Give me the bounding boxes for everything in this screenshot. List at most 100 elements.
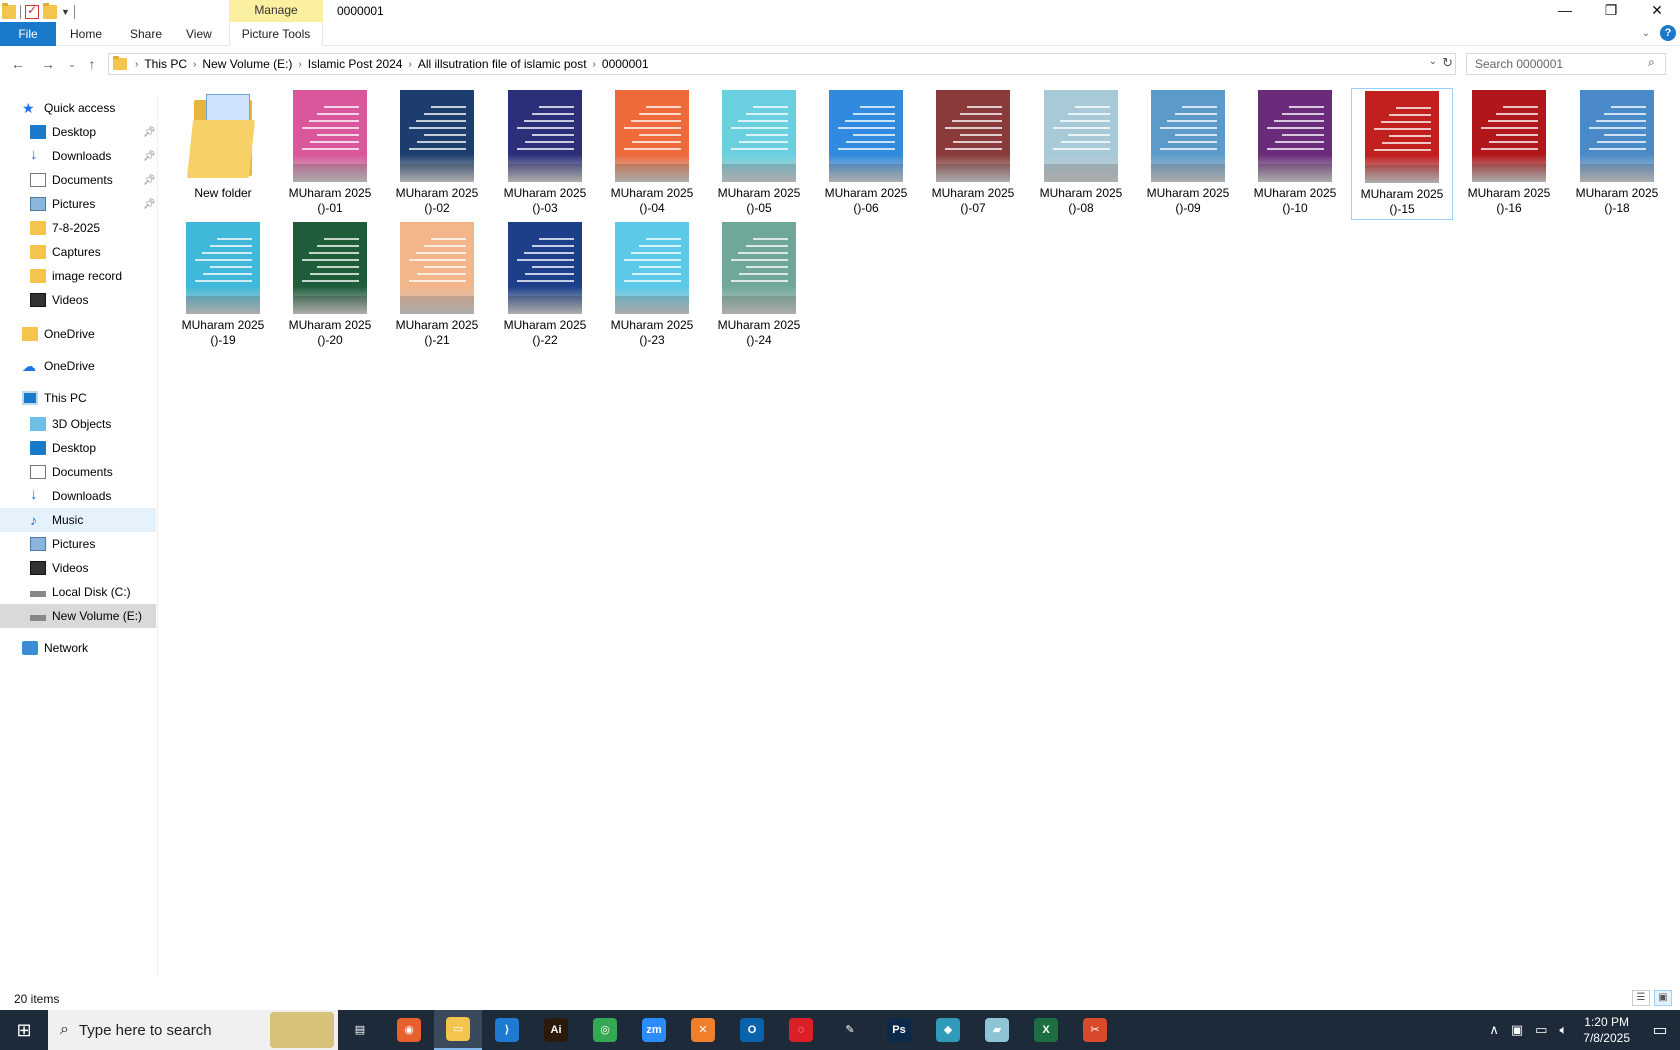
sidebar-item-desktop[interactable]: Desktop — [0, 436, 156, 460]
taskbar-creative-cloud-button[interactable]: ◌ — [777, 1010, 825, 1050]
taskbar-outlook-button[interactable]: O — [728, 1010, 776, 1050]
taskbar-zoom-button[interactable]: zm — [630, 1010, 678, 1050]
help-icon[interactable]: ? — [1660, 25, 1676, 41]
restore-button[interactable]: ❐ — [1588, 0, 1634, 22]
taskbar-snip-tool-button[interactable]: ✂ — [1071, 1010, 1119, 1050]
sidebar-item-documents[interactable]: Documents 📌︎ — [0, 168, 156, 192]
taskbar-illustrator-button[interactable]: Ai — [532, 1010, 580, 1050]
taskbar-search[interactable]: ⌕ Type here to search — [48, 1010, 338, 1050]
sidebar-item-image-record[interactable]: image record — [0, 264, 156, 288]
sidebar-item-desktop[interactable]: Desktop 📌︎ — [0, 120, 156, 144]
file-item[interactable]: MUharam 2025 ()-06 — [815, 88, 917, 220]
file-item[interactable]: MUharam 2025 ()-19 — [172, 220, 274, 352]
clock[interactable]: 1:20 PM 7/8/2025 — [1583, 1014, 1630, 1046]
sidebar-item-quick-access[interactable]: ★ Quick access — [0, 96, 156, 120]
file-item[interactable]: MUharam 2025 ()-02 — [386, 88, 488, 220]
chevron-right-icon[interactable]: › — [135, 59, 138, 70]
folder-item[interactable]: New folder — [172, 88, 274, 220]
manage-contextual-tab[interactable]: Manage — [229, 0, 323, 22]
taskbar-firefox-button[interactable]: ◉ — [385, 1010, 433, 1050]
breadcrumb-current-folder[interactable]: 0000001 — [602, 57, 649, 71]
chevron-right-icon[interactable]: › — [408, 59, 411, 70]
up-arrow-icon[interactable]: ↑ — [82, 54, 102, 74]
network-icon[interactable]: ▭ — [1535, 1022, 1547, 1038]
sidebar-item-pictures[interactable]: Pictures 📌︎ — [0, 192, 156, 216]
taskbar-chrome-button[interactable]: ◎ — [581, 1010, 629, 1050]
sidebar-item-videos[interactable]: Videos — [0, 556, 156, 580]
properties-icon[interactable] — [25, 3, 39, 19]
notification-icon[interactable]: ▭ — [1640, 1020, 1680, 1040]
close-button[interactable]: ✕ — [1634, 0, 1680, 22]
file-item[interactable]: MUharam 2025 ()-15 — [1351, 88, 1453, 220]
windows-start-icon[interactable]: ⊞ — [0, 1010, 48, 1050]
search-input[interactable]: Search 0000001 — [1466, 53, 1666, 75]
sidebar-item-downloads[interactable]: ↓ Downloads — [0, 484, 156, 508]
file-item[interactable]: MUharam 2025 ()-05 — [708, 88, 810, 220]
taskbar-photoshop-button[interactable]: Ps — [875, 1010, 923, 1050]
taskbar-app-diamond-button[interactable]: ◆ — [924, 1010, 972, 1050]
minimize-button[interactable]: — — [1542, 0, 1588, 22]
chevron-right-icon[interactable]: › — [593, 59, 596, 70]
expand-ribbon-icon[interactable]: ⌄ — [1642, 28, 1650, 39]
taskbar-task-view-button[interactable]: ▤ — [336, 1010, 384, 1050]
sidebar-item-onedrive[interactable]: ☁ OneDrive — [0, 354, 156, 378]
sidebar-item-new-volume-e[interactable]: New Volume (E:) — [0, 604, 156, 628]
file-item[interactable]: MUharam 2025 ()-09 — [1137, 88, 1239, 220]
tab-picture-tools[interactable]: Picture Tools — [229, 22, 323, 46]
breadcrumb-this-pc[interactable]: This PC — [144, 57, 187, 71]
tab-share[interactable]: Share — [116, 22, 176, 46]
taskbar-pen-tool-button[interactable]: ✎ — [826, 1010, 874, 1050]
sidebar-item-local-disk-c[interactable]: Local Disk (C:) — [0, 580, 156, 604]
file-item[interactable]: MUharam 2025 ()-01 — [279, 88, 381, 220]
chevron-right-icon[interactable]: › — [193, 59, 196, 70]
forward-arrow-icon[interactable]: → — [38, 54, 58, 74]
folder-icon[interactable] — [2, 3, 16, 19]
refresh-icon[interactable]: ↻ — [1442, 55, 1453, 71]
chevron-down-icon[interactable]: ⌄ — [1429, 56, 1437, 67]
sidebar-item-documents[interactable]: Documents — [0, 460, 156, 484]
taskbar-excel-button[interactable]: X — [1022, 1010, 1070, 1050]
file-item[interactable]: MUharam 2025 ()-03 — [494, 88, 596, 220]
taskbar-app-paper-button[interactable]: ▰ — [973, 1010, 1021, 1050]
tab-home[interactable]: Home — [56, 22, 116, 46]
volume-icon[interactable]: 🔈︎ — [1559, 1022, 1567, 1038]
file-item[interactable]: MUharam 2025 ()-08 — [1030, 88, 1132, 220]
breadcrumb-illustration-files[interactable]: All illsutration file of islamic post — [418, 57, 587, 71]
file-item[interactable]: MUharam 2025 ()-10 — [1244, 88, 1346, 220]
address-bar[interactable]: › This PC › New Volume (E:) › Islamic Po… — [108, 53, 1456, 75]
breadcrumb-new-volume[interactable]: New Volume (E:) — [202, 57, 292, 71]
chevron-right-icon[interactable]: › — [298, 59, 301, 70]
large-icons-view-icon[interactable]: ▣ — [1654, 990, 1672, 1006]
file-item[interactable]: MUharam 2025 ()-20 — [279, 220, 381, 352]
sidebar-item-downloads[interactable]: ↓ Downloads 📌︎ — [0, 144, 156, 168]
sidebar-item-7-8-2025[interactable]: 7-8-2025 — [0, 216, 156, 240]
chevron-up-icon[interactable]: ∧ — [1489, 1022, 1499, 1038]
sidebar-item-onedrive[interactable]: OneDrive — [0, 322, 156, 346]
customize-qat-icon[interactable]: ▼ — [61, 7, 70, 17]
sidebar-item-3d-objects[interactable]: 3D Objects — [0, 412, 156, 436]
file-item[interactable]: MUharam 2025 ()-18 — [1566, 88, 1668, 220]
file-item[interactable]: MUharam 2025 ()-22 — [494, 220, 596, 352]
recent-locations-icon[interactable]: ⌄ — [62, 54, 82, 74]
file-item[interactable]: MUharam 2025 ()-24 — [708, 220, 810, 352]
sidebar-item-videos[interactable]: Videos — [0, 288, 156, 312]
taskbar-xampp-button[interactable]: ✕ — [679, 1010, 727, 1050]
back-arrow-icon[interactable]: ← — [8, 54, 28, 74]
file-item[interactable]: MUharam 2025 ()-07 — [922, 88, 1024, 220]
security-icon[interactable]: ▣ — [1511, 1022, 1523, 1038]
sidebar-item-pictures[interactable]: Pictures — [0, 532, 156, 556]
details-view-icon[interactable]: ☰ — [1632, 990, 1650, 1006]
tab-view[interactable]: View — [172, 22, 226, 46]
taskbar-file-explorer-button[interactable]: ▭ — [434, 1010, 482, 1050]
sidebar-item-music[interactable]: ♪ Music — [0, 508, 156, 532]
breadcrumb-islamic-post[interactable]: Islamic Post 2024 — [308, 57, 403, 71]
file-item[interactable]: MUharam 2025 ()-21 — [386, 220, 488, 352]
file-item[interactable]: MUharam 2025 ()-04 — [601, 88, 703, 220]
new-folder-icon[interactable] — [43, 3, 57, 19]
tab-file[interactable]: File — [0, 22, 56, 46]
file-item[interactable]: MUharam 2025 ()-16 — [1458, 88, 1560, 220]
sidebar-item-captures[interactable]: Captures — [0, 240, 156, 264]
sidebar-item-network[interactable]: Network — [0, 636, 156, 660]
file-item[interactable]: MUharam 2025 ()-23 — [601, 220, 703, 352]
sidebar-item-this-pc[interactable]: This PC — [0, 386, 156, 410]
